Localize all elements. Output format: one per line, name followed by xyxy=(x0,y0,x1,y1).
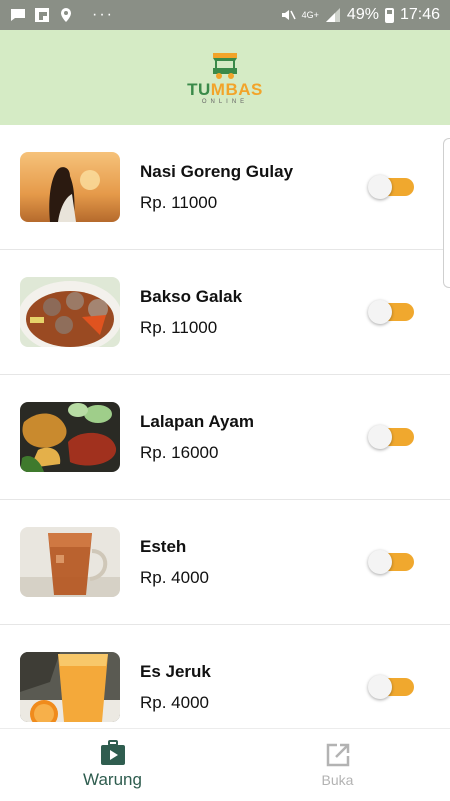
item-price: Rp. 11000 xyxy=(140,318,218,337)
signal-icon xyxy=(325,8,340,22)
food-image xyxy=(20,152,120,222)
item-name: Esteh xyxy=(140,537,187,556)
list-item[interactable]: Lalapan Ayam Rp. 16000 xyxy=(0,375,450,500)
tumbas-logo: TUMBAS ONLINE xyxy=(187,51,263,105)
list-item[interactable]: Nasi Goreng Gulay Rp. 11000 xyxy=(0,125,450,250)
list-item[interactable]: Esteh Rp. 4000 xyxy=(0,500,450,625)
availability-toggle[interactable] xyxy=(368,300,414,324)
food-image xyxy=(20,402,120,472)
battery-percent: 49% xyxy=(346,6,379,23)
clock: 17:46 xyxy=(399,6,440,23)
open-external-icon xyxy=(326,743,349,767)
item-price: Rp. 11000 xyxy=(140,193,218,212)
item-price: Rp. 16000 xyxy=(140,443,219,462)
food-cart-icon xyxy=(212,52,237,79)
more-notifications-icon: ··· xyxy=(92,6,114,23)
food-image xyxy=(20,527,120,597)
message-icon xyxy=(11,9,25,21)
status-notifications: ··· xyxy=(10,6,114,24)
battery-icon xyxy=(384,7,394,23)
nav-warung-label: Warung xyxy=(83,770,142,789)
item-price: Rp. 4000 xyxy=(140,568,209,587)
location-icon xyxy=(61,8,71,22)
item-name: Es Jeruk xyxy=(140,662,211,681)
item-price: Rp. 4000 xyxy=(140,693,209,712)
item-name: Lalapan Ayam xyxy=(140,412,255,431)
list-item[interactable]: Bakso Galak Rp. 11000 xyxy=(0,250,450,375)
availability-toggle[interactable] xyxy=(368,425,414,449)
list-item[interactable]: Es Jeruk Rp. 4000 xyxy=(0,625,450,725)
bottom-nav: Warung Buka xyxy=(0,728,450,800)
nav-buka[interactable]: Buka xyxy=(225,729,450,801)
item-name: Nasi Goreng Gulay xyxy=(140,162,294,181)
food-image xyxy=(20,652,120,722)
scroll-handle[interactable] xyxy=(443,138,450,288)
nav-warung[interactable]: Warung xyxy=(0,729,225,801)
menu-list[interactable]: Nasi Goreng Gulay Rp. 11000 Bakso Galak … xyxy=(0,125,450,725)
status-bar: ··· 4G+ 49% 17:46 xyxy=(0,0,450,30)
food-image xyxy=(20,277,120,347)
store-play-icon xyxy=(100,740,125,765)
flipboard-icon xyxy=(35,8,49,22)
status-system: 4G+ 49% 17:46 xyxy=(280,6,440,24)
availability-toggle[interactable] xyxy=(368,175,414,199)
logo-subtitle: ONLINE xyxy=(201,98,249,105)
nav-buka-label: Buka xyxy=(321,772,354,788)
logo-wordmark: TUMBAS xyxy=(187,79,263,99)
item-name: Bakso Galak xyxy=(140,287,243,306)
mute-icon xyxy=(281,10,296,20)
availability-toggle[interactable] xyxy=(368,550,414,574)
network-type: 4G+ xyxy=(301,9,319,20)
app-header: TUMBAS ONLINE xyxy=(0,30,450,125)
availability-toggle[interactable] xyxy=(368,675,414,699)
